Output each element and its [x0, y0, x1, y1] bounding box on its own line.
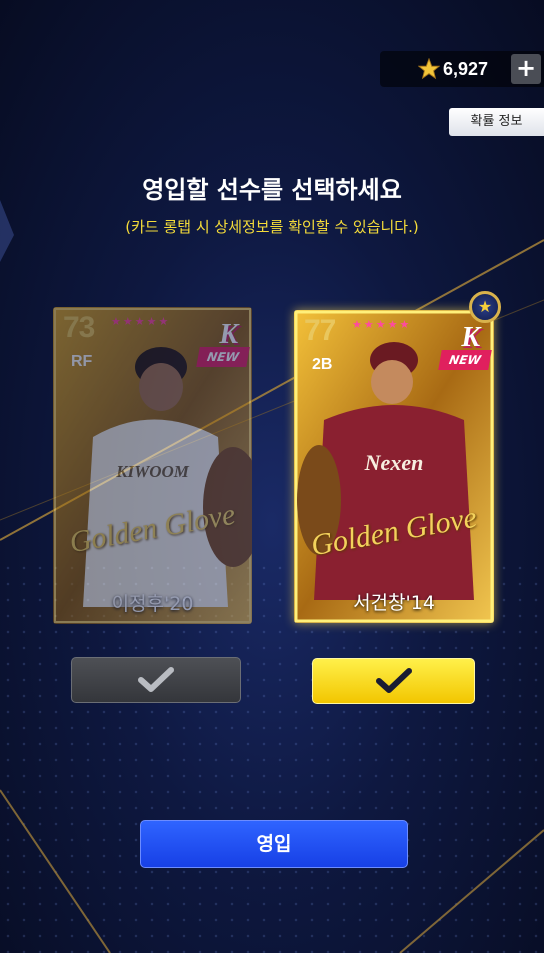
card-position: 2B: [312, 356, 333, 373]
player-card-1[interactable]: 73 RF ★★★★★ K NEW KIWOOM Golden Glove 이정…: [53, 307, 252, 624]
jersey-text: Nexen: [364, 450, 424, 475]
page-title: 영입할 선수를 선택하세요: [142, 176, 402, 204]
probability-info-button[interactable]: 확률 정보: [449, 108, 544, 136]
add-currency-button[interactable]: +: [511, 54, 541, 84]
star-badge-icon: ★: [469, 291, 501, 323]
select-card-1-button[interactable]: [71, 657, 241, 703]
recruit-button[interactable]: 영입: [140, 820, 408, 868]
jersey-text: KIWOOM: [116, 462, 189, 481]
select-card-2-button[interactable]: [312, 658, 475, 704]
new-badge: NEW: [196, 347, 250, 367]
new-badge: NEW: [438, 350, 492, 370]
card-rating: 77: [304, 314, 336, 347]
player-name: 이정후'20: [111, 593, 194, 615]
star-coin-icon: [418, 58, 440, 80]
player-name: 서건창'14: [353, 592, 435, 614]
checkmark-icon: [375, 668, 412, 693]
card-stars: ★★★★★: [352, 318, 412, 331]
page-subtitle: (카드 롱탭 시 상세정보를 확인할 수 있습니다.): [125, 218, 419, 236]
card-stars: ★★★★★: [111, 315, 171, 328]
checkmark-icon: [138, 667, 174, 692]
card-position: RF: [71, 353, 93, 370]
card-rating: 73: [63, 311, 95, 344]
player-card-2[interactable]: 77 2B ★★★★★ K NEW Nexen Golden Glove 서건창…: [294, 310, 494, 623]
currency-display: 6,927 +: [380, 51, 544, 87]
currency-amount: 6,927: [443, 59, 489, 79]
